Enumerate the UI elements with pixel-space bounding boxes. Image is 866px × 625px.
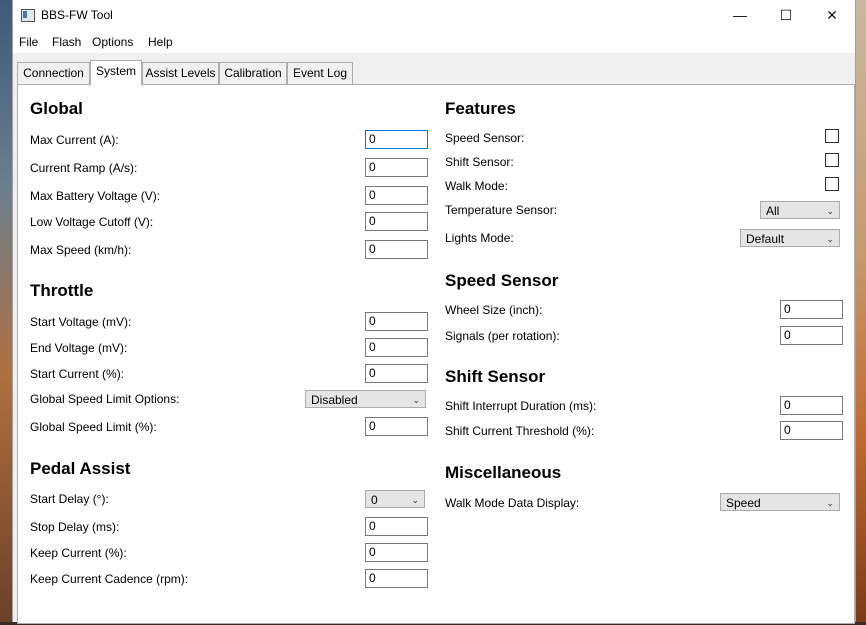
shift-current-threshold-input[interactable]: 0 xyxy=(780,421,843,440)
end-voltage-label: End Voltage (mV): xyxy=(30,341,128,355)
menu-file[interactable]: File xyxy=(19,35,38,49)
max-battery-voltage-input[interactable]: 0 xyxy=(365,186,428,205)
app-window: BBS-FW Tool — ☐ ✕ File Flash Options Hel… xyxy=(12,0,856,624)
walk-mode-data-display-label: Walk Mode Data Display: xyxy=(445,496,580,510)
chevron-down-icon: ⌄ xyxy=(412,395,420,405)
max-current-input[interactable]: 0 xyxy=(365,130,428,149)
signals-per-rotation-label: Signals (per rotation): xyxy=(445,329,560,343)
keep-current-cadence-label: Keep Current Cadence (rpm): xyxy=(30,572,189,586)
start-delay-value: 0 xyxy=(371,493,378,507)
lights-mode-select[interactable]: Default ⌄ xyxy=(740,229,840,247)
low-voltage-cutoff-label: Low Voltage Cutoff (V): xyxy=(30,215,154,229)
max-current-label: Max Current (A): xyxy=(30,133,119,147)
walk-mode-label: Walk Mode: xyxy=(445,179,508,193)
keep-current-cadence-input[interactable]: 0 xyxy=(365,569,428,588)
start-voltage-label: Start Voltage (mV): xyxy=(30,315,132,329)
max-speed-input[interactable]: 0 xyxy=(365,240,428,259)
lights-mode-value: Default xyxy=(746,232,785,246)
current-ramp-input[interactable]: 0 xyxy=(365,158,428,177)
global-speed-limit-options-label: Global Speed Limit Options: xyxy=(30,392,180,406)
desktop-background-left xyxy=(0,0,12,625)
close-button[interactable]: ✕ xyxy=(809,0,855,31)
shift-sensor-feature-label: Shift Sensor: xyxy=(445,155,514,169)
chevron-down-icon: ⌄ xyxy=(826,234,834,244)
menu-bar: File Flash Options Help xyxy=(13,31,855,53)
start-current-label: Start Current (%): xyxy=(30,367,125,381)
walk-mode-checkbox[interactable] xyxy=(825,177,839,191)
tab-calibration[interactable]: Calibration xyxy=(219,62,287,84)
start-current-input[interactable]: 0 xyxy=(365,364,428,383)
shift-interrupt-duration-label: Shift Interrupt Duration (ms): xyxy=(445,399,597,413)
app-icon xyxy=(21,9,35,22)
title-bar[interactable]: BBS-FW Tool — ☐ ✕ xyxy=(13,0,855,31)
walk-mode-data-display-value: Speed xyxy=(726,496,761,510)
shift-sensor-heading: Shift Sensor xyxy=(445,367,546,386)
pedal-assist-heading: Pedal Assist xyxy=(30,459,131,478)
keep-current-label: Keep Current (%): xyxy=(30,546,127,560)
end-voltage-input[interactable]: 0 xyxy=(365,338,428,357)
speed-sensor-heading: Speed Sensor xyxy=(445,271,559,290)
tab-system[interactable]: System xyxy=(90,60,142,85)
throttle-heading: Throttle xyxy=(30,281,94,300)
walk-mode-data-display-select[interactable]: Speed ⌄ xyxy=(720,493,840,511)
global-speed-limit-input[interactable]: 0 xyxy=(365,417,428,436)
lights-mode-label: Lights Mode: xyxy=(445,231,514,245)
menu-flash[interactable]: Flash xyxy=(52,35,81,49)
minimize-button[interactable]: — xyxy=(717,0,763,31)
chevron-down-icon: ⌄ xyxy=(826,206,834,216)
start-delay-label: Start Delay (°): xyxy=(30,492,109,506)
max-battery-voltage-label: Max Battery Voltage (V): xyxy=(30,189,161,203)
shift-current-threshold-label: Shift Current Threshold (%): xyxy=(445,424,595,438)
tab-connection[interactable]: Connection xyxy=(17,62,90,84)
speed-sensor-feature-label: Speed Sensor: xyxy=(445,131,525,145)
menu-help[interactable]: Help xyxy=(148,35,173,49)
stop-delay-label: Stop Delay (ms): xyxy=(30,520,120,534)
current-ramp-label: Current Ramp (A/s): xyxy=(30,161,138,175)
tab-assist-levels[interactable]: Assist Levels xyxy=(142,62,219,84)
wheel-size-input[interactable]: 0 xyxy=(780,300,843,319)
temperature-sensor-select[interactable]: All ⌄ xyxy=(760,201,840,219)
shift-interrupt-duration-input[interactable]: 0 xyxy=(780,396,843,415)
keep-current-input[interactable]: 0 xyxy=(365,543,428,562)
temperature-sensor-label: Temperature Sensor: xyxy=(445,203,558,217)
features-heading: Features xyxy=(445,99,516,118)
max-speed-label: Max Speed (km/h): xyxy=(30,243,132,257)
temperature-sensor-value: All xyxy=(766,204,780,218)
system-tab-panel: Global Max Current (A): 0 Current Ramp (… xyxy=(17,84,855,624)
global-speed-limit-label: Global Speed Limit (%): xyxy=(30,420,157,434)
menu-options[interactable]: Options xyxy=(92,35,133,49)
signals-per-rotation-input[interactable]: 0 xyxy=(780,326,843,345)
global-heading: Global xyxy=(30,99,83,118)
chevron-down-icon: ⌄ xyxy=(411,495,419,505)
stop-delay-input[interactable]: 0 xyxy=(365,517,428,536)
global-speed-limit-options-value: Disabled xyxy=(311,393,358,407)
window-title: BBS-FW Tool xyxy=(41,8,113,22)
wheel-size-label: Wheel Size (inch): xyxy=(445,303,543,317)
tab-event-log[interactable]: Event Log xyxy=(287,62,353,84)
start-delay-select[interactable]: 0 ⌄ xyxy=(365,490,425,508)
speed-sensor-checkbox[interactable] xyxy=(825,129,839,143)
shift-sensor-checkbox[interactable] xyxy=(825,153,839,167)
low-voltage-cutoff-input[interactable]: 0 xyxy=(365,212,428,231)
global-speed-limit-options-select[interactable]: Disabled ⌄ xyxy=(305,390,426,408)
chevron-down-icon: ⌄ xyxy=(826,498,834,508)
maximize-button[interactable]: ☐ xyxy=(763,0,809,31)
start-voltage-input[interactable]: 0 xyxy=(365,312,428,331)
miscellaneous-heading: Miscellaneous xyxy=(445,463,562,482)
